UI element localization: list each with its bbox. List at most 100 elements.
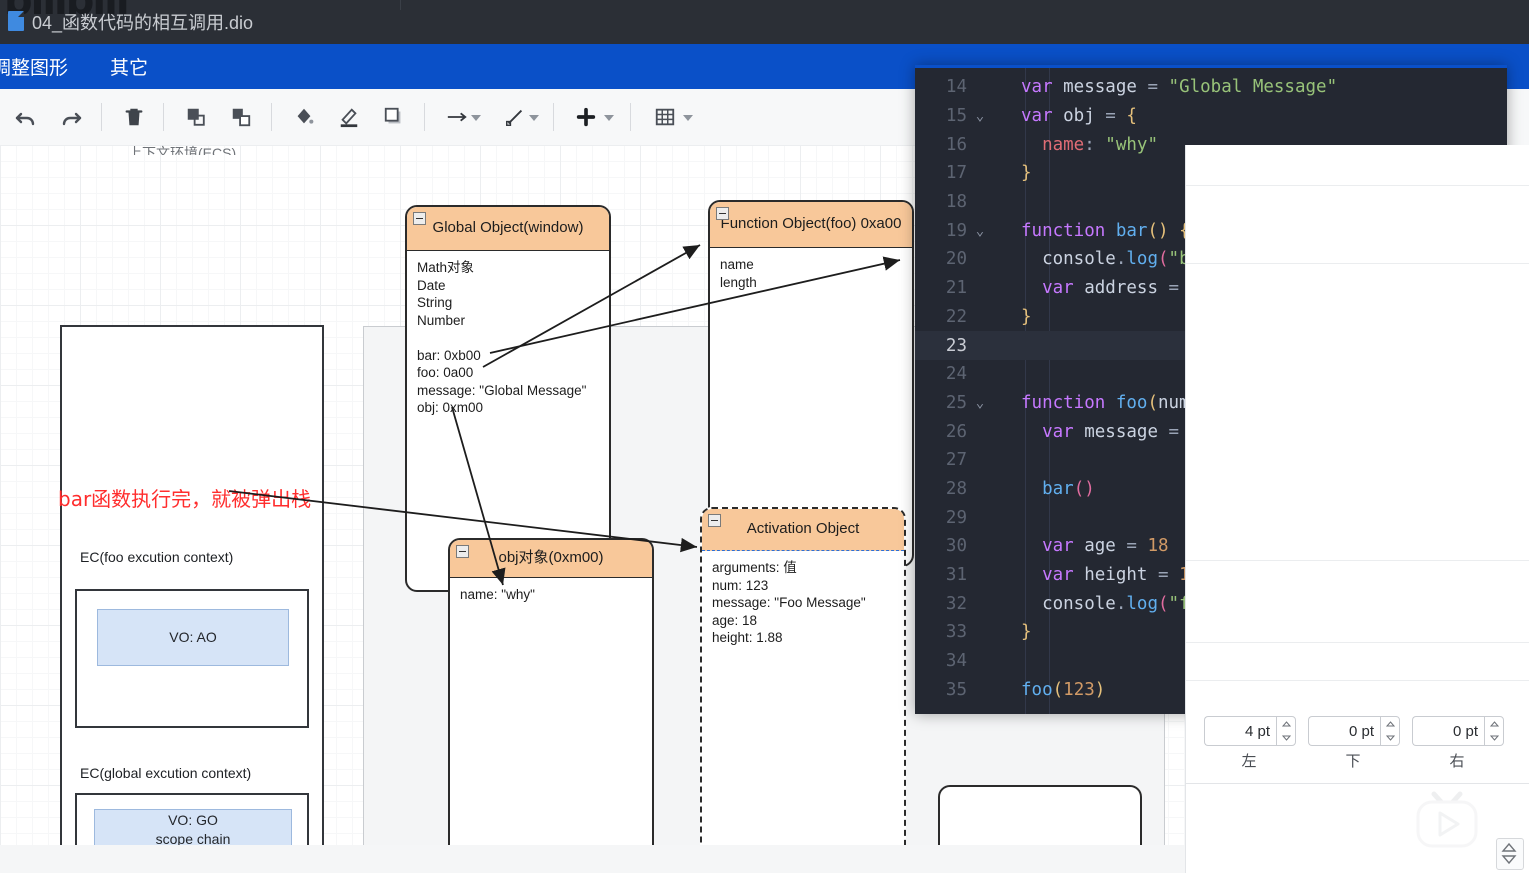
line-style-chevron-down-icon[interactable] [529,115,539,121]
fill-color-icon[interactable] [284,97,324,137]
send-to-back-icon[interactable] [221,97,261,137]
toolbar-separator [163,103,164,131]
toolbar-separator [101,103,102,131]
menu-item-adjust-shape[interactable]: 调整图形 [0,53,68,80]
function-object-body: name length [720,257,757,290]
collapse-icon[interactable] [413,212,426,225]
title-bar: bilibili 04_函数代码的相互调用.dio [0,0,1529,45]
code-line[interactable]: 15 ⌄ var obj = { [915,102,1507,131]
line-number: 27 [945,450,967,471]
collapse-icon[interactable] [708,514,721,527]
function-object-header[interactable]: Function Object(foo) 0xa00 [710,202,912,248]
delete-icon[interactable] [114,97,154,137]
line-number: 19 [945,220,967,241]
panel-scroll-stepper[interactable] [1496,838,1524,870]
spacing-left-input[interactable] [1204,716,1276,746]
menu-item-other[interactable]: 其它 [110,53,148,80]
obj-object-box[interactable]: obj对象(0xm00) name: "why" [448,538,654,845]
line-number: 29 [945,507,967,528]
titlebar-divider [400,0,401,10]
line-number: 17 [945,163,967,184]
spacing-right-stepper[interactable] [1484,716,1504,746]
line-number: 20 [945,249,967,270]
line-number: 26 [945,421,967,442]
arrow-style-chevron-down-icon[interactable] [471,115,481,121]
line-number: 15 [945,106,967,127]
panel-divider [1186,680,1529,681]
global-object-title: Global Object(window) [432,219,584,236]
ec-global-caption: EC(global excution context) [80,765,252,781]
insert-chevron-down-icon[interactable] [604,115,614,121]
table-icon[interactable] [645,97,685,137]
line-number: 31 [945,565,967,586]
table-chevron-down-icon[interactable] [683,115,693,121]
vo-go-label-2: scope chain [155,830,231,846]
line-number: 21 [945,278,967,299]
stepper-up-icon[interactable] [1485,717,1503,731]
fold-chevron-down-icon[interactable]: ⌄ [967,395,993,411]
stepper-down-icon[interactable] [1485,731,1503,745]
insert-icon[interactable] [566,97,606,137]
spacing-bottom-label: 下 [1345,753,1361,770]
spacing-bottom-input[interactable] [1308,716,1380,746]
stepper-down-icon[interactable] [1277,731,1295,745]
spacing-right-input[interactable] [1412,716,1484,746]
annotation-red-note: bar函数执行完，就被弹出栈 [58,487,312,511]
vo-ao-box[interactable]: VO: AO [97,609,289,666]
vo-go-label-1: VO: GO [168,811,218,828]
fold-chevron-down-icon[interactable]: ⌄ [967,223,993,239]
occluded-object-box[interactable] [938,785,1142,845]
spacing-bottom-stepper[interactable] [1380,716,1400,746]
line-number: 30 [945,536,967,557]
ec-foo-caption: EC(foo excution context) [80,549,234,565]
stepper-up-icon[interactable] [1277,717,1295,731]
bilibili-tv-icon [1412,790,1482,852]
global-object-header[interactable]: Global Object(window) [407,207,609,251]
stepper-down-icon[interactable] [1381,731,1399,745]
line-number: 16 [945,134,967,155]
line-number: 24 [945,364,967,385]
ec-foo-frame[interactable]: VO: AO [75,589,309,728]
spacing-right-spinner[interactable] [1412,716,1504,746]
obj-object-header[interactable]: obj对象(0xm00) [450,540,652,578]
line-color-icon[interactable] [329,97,369,137]
spacing-right-label: 右 [1449,753,1465,770]
global-object-body: Math对象 Date String Number bar: 0xb00 foo… [417,260,587,415]
activation-object-header[interactable]: Activation Object [702,509,904,551]
line-number: 23 [945,335,967,356]
clipped-context-label: 上下文环境(ECS) [128,145,237,155]
panel-divider [1186,642,1529,643]
line-number: 25 [945,392,967,413]
activation-object-box[interactable]: Activation Object arguments: 值 num: 123 … [700,507,906,845]
bring-to-front-icon[interactable] [176,97,216,137]
code-line[interactable]: 14 var message = "Global Message" [915,73,1507,102]
code-line-text: var obj = { [1021,106,1137,127]
activation-object-body: arguments: 值 num: 123 message: "Foo Mess… [712,560,866,645]
panel-divider [1186,185,1529,186]
line-number: 22 [945,306,967,327]
document-icon [8,11,24,31]
spacing-bottom-spinner[interactable] [1308,716,1400,746]
global-object-box[interactable]: Global Object(window) Math对象 Date String… [405,205,611,592]
redo-icon[interactable] [51,97,91,137]
toolbar-separator [553,103,554,131]
collapse-icon[interactable] [716,207,729,220]
fold-chevron-down-icon[interactable]: ⌄ [967,108,993,124]
line-number: 35 [945,679,967,700]
ec-global-frame[interactable]: VO: GO scope chain this [75,793,309,845]
shadow-icon[interactable] [374,97,414,137]
undo-icon[interactable] [6,97,46,137]
spacing-left-spinner[interactable] [1204,716,1296,746]
spacing-left-stepper[interactable] [1276,716,1296,746]
stepper-up-icon[interactable] [1381,717,1399,731]
vo-go-box[interactable]: VO: GO scope chain this [94,809,292,845]
line-number: 18 [945,192,967,213]
line-number: 14 [945,77,967,98]
spacing-left-label: 左 [1241,753,1257,770]
toolbar-separator [271,103,272,131]
line-number: 33 [945,622,967,643]
collapse-icon[interactable] [456,545,469,558]
toolbar-separator [424,103,425,131]
format-panel[interactable]: 左 下 右 [1185,145,1529,873]
line-number: 34 [945,651,967,672]
